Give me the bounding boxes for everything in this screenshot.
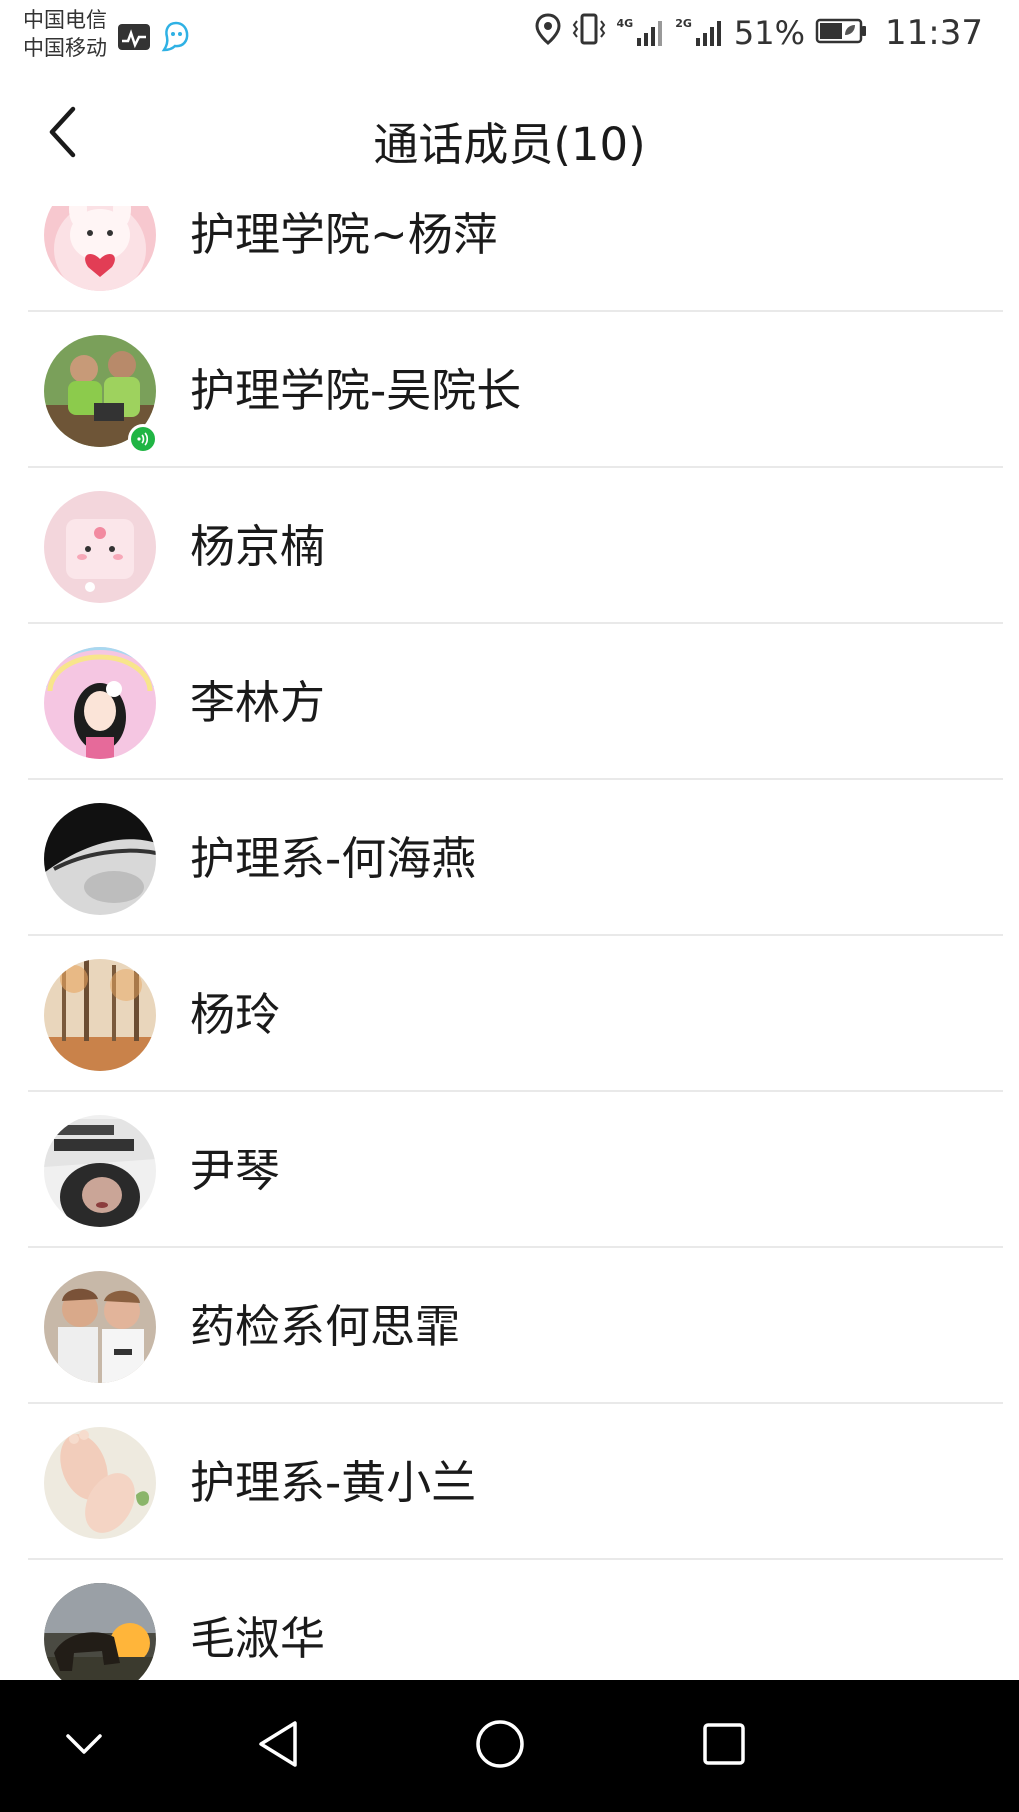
clock: 11:37 (885, 13, 983, 53)
member-row[interactable]: 李林方 (0, 624, 1019, 780)
home-circle-icon (474, 1718, 526, 1774)
eye-bw-avatar (44, 803, 156, 915)
avatar (44, 491, 156, 603)
battery-percent: 51% (733, 14, 806, 52)
status-right: 4G 2G 51% 11:37 (535, 12, 983, 54)
member-list-content: 护理学院~杨萍 护理学院-吴院长 杨京楠 李林方 护理系-何海燕 杨玲 尹琴 药… (0, 206, 1019, 1680)
signal-4g-icon: 4G (617, 18, 666, 48)
two-people-avatar (44, 1271, 156, 1383)
nav-back-button[interactable] (238, 1710, 318, 1782)
autumn-forest-avatar (44, 959, 156, 1071)
nav-home-button[interactable] (460, 1710, 540, 1782)
sunset-horse-avatar (44, 1583, 156, 1680)
avatar (44, 647, 156, 759)
status-bar: 中国电信 中国移动 4G 2G 51% 11:37 (0, 0, 1019, 76)
recents-square-icon (701, 1721, 747, 1771)
member-name: 尹琴 (190, 1144, 281, 1197)
member-name: 杨京楠 (190, 520, 326, 573)
doll-girl-avatar (44, 647, 156, 759)
member-name: 护理学院-吴院长 (190, 364, 522, 417)
header: 通话成员(10) (0, 76, 1019, 206)
vibrate-icon (571, 12, 607, 54)
member-row[interactable]: 护理学院~杨萍 (0, 206, 1019, 312)
member-row[interactable]: 杨京楠 (0, 468, 1019, 624)
avatar (44, 959, 156, 1071)
member-list[interactable]: 护理学院~杨萍 护理学院-吴院长 杨京楠 李林方 护理系-何海燕 杨玲 尹琴 药… (0, 206, 1019, 1680)
member-name: 毛淑华 (190, 1612, 326, 1665)
member-row[interactable]: 尹琴 (0, 1092, 1019, 1248)
member-name: 护理系-黄小兰 (190, 1456, 477, 1509)
avatar (44, 1427, 156, 1539)
bunny-heart-avatar (44, 206, 156, 291)
location-icon (535, 13, 561, 53)
signal-2g-icon: 2G (675, 18, 724, 48)
carrier-2: 中国移动 (23, 36, 107, 60)
avatar (44, 206, 156, 291)
member-row[interactable]: 护理学院-吴院长 (0, 312, 1019, 468)
member-row[interactable]: 杨玲 (0, 936, 1019, 1092)
navigation-bar (0, 1680, 1019, 1812)
assistant-icon (161, 20, 191, 58)
hide-navbar-button[interactable] (44, 1710, 124, 1782)
love-myself-avatar (44, 1115, 156, 1227)
pink-tofu-avatar (44, 491, 156, 603)
member-name: 护理系-何海燕 (190, 832, 477, 885)
member-row[interactable]: 护理系-何海燕 (0, 780, 1019, 936)
activity-icon (117, 23, 151, 55)
back-triangle-icon (255, 1719, 301, 1773)
baby-feet-avatar (44, 1427, 156, 1539)
carrier-1: 中国电信 (23, 8, 107, 32)
member-name: 李林方 (190, 676, 326, 729)
member-name: 药检系何思霏 (190, 1300, 461, 1353)
member-row[interactable]: 药检系何思霏 (0, 1248, 1019, 1404)
speaking-badge (128, 424, 158, 454)
avatar (44, 803, 156, 915)
member-name: 护理学院~杨萍 (190, 208, 498, 261)
member-row[interactable]: 毛淑华 (0, 1560, 1019, 1680)
page-title: 通话成员(10) (373, 118, 646, 171)
carrier-labels: 中国电信 中国移动 (23, 6, 107, 62)
avatar (44, 1583, 156, 1680)
battery-icon (815, 14, 869, 53)
sound-wave-icon (137, 432, 149, 446)
avatar (44, 1271, 156, 1383)
avatar (44, 1115, 156, 1227)
status-left-icons (117, 20, 191, 58)
nav-recents-button[interactable] (684, 1710, 764, 1782)
member-name: 杨玲 (190, 988, 281, 1041)
member-row[interactable]: 护理系-黄小兰 (0, 1404, 1019, 1560)
chevron-down-icon (64, 1732, 104, 1760)
